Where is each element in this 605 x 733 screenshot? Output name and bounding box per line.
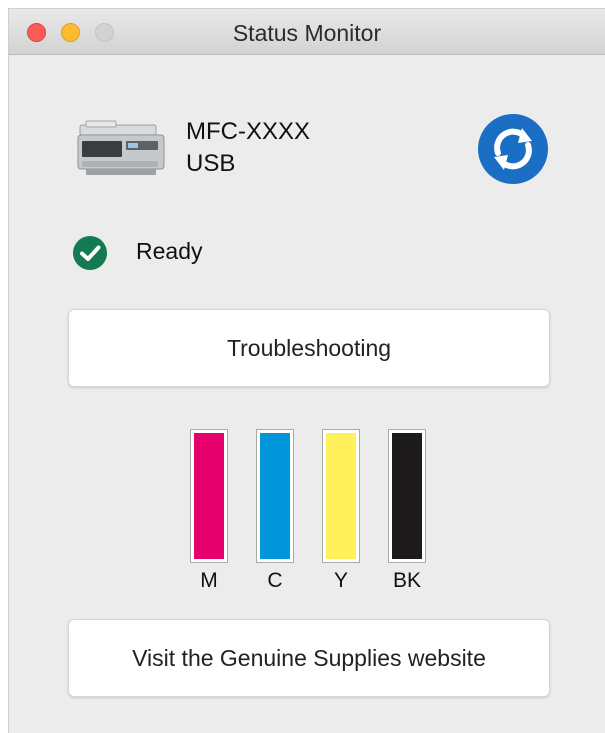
title-bar[interactable]: Status Monitor (9, 9, 605, 55)
ink-label-cyan: C (267, 569, 283, 592)
ink-label-magenta: M (200, 569, 218, 592)
ink-gauge-black (388, 429, 426, 563)
troubleshooting-button[interactable]: Troubleshooting (68, 309, 550, 387)
ink-gauge-magenta (190, 429, 228, 563)
ink-level-magenta (194, 433, 224, 559)
check-circle-icon (73, 236, 107, 270)
ink-gauge-yellow (322, 429, 360, 563)
genuine-supplies-button[interactable]: Visit the Genuine Supplies website (68, 619, 550, 697)
ink-label-yellow: Y (333, 569, 348, 592)
connection-type: USB (186, 150, 236, 177)
printer-icon (77, 120, 165, 175)
ink-level-yellow (326, 433, 356, 559)
device-name: MFC-XXXX (186, 118, 311, 145)
refresh-icon (494, 128, 532, 170)
ink-level-cyan (260, 433, 290, 559)
ink-label-black: BK (392, 569, 421, 592)
ink-level-black (392, 433, 422, 559)
refresh-button[interactable] (478, 114, 548, 184)
status-text: Ready (136, 238, 203, 264)
window-title: Status Monitor (232, 20, 382, 46)
ink-gauge-cyan (256, 429, 294, 563)
status-monitor-window: Status Monitor MFC-XXXX USB Ready Troubl… (8, 8, 605, 733)
